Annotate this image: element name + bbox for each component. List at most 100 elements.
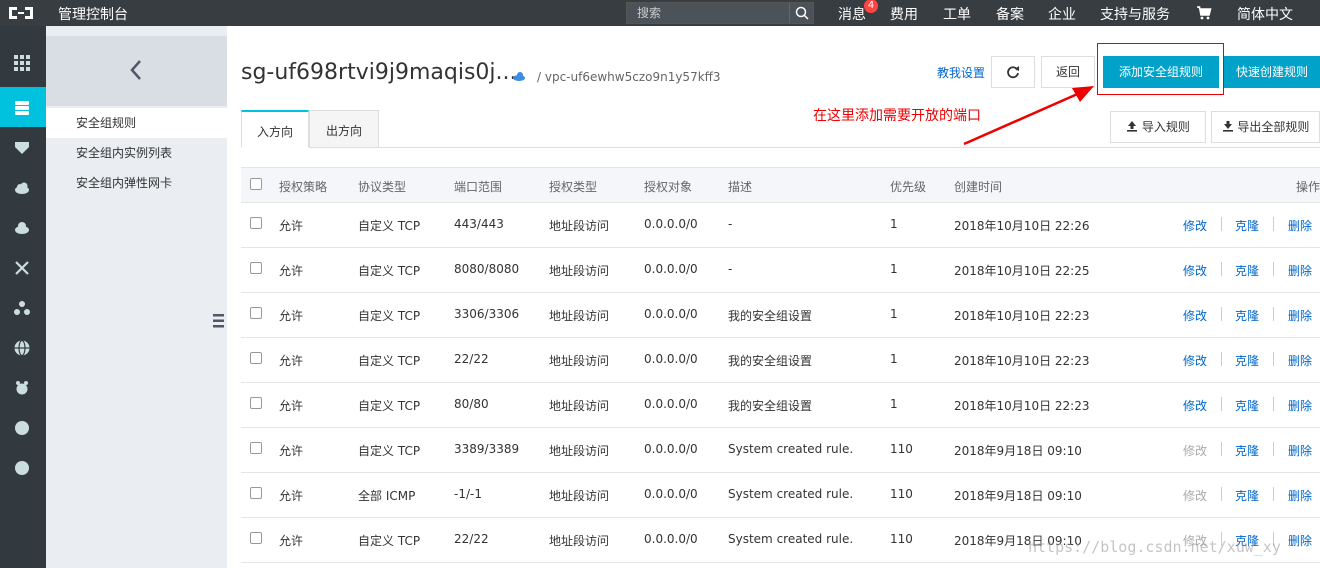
icon-bar-item[interactable] xyxy=(0,287,46,327)
clone-link[interactable]: 克隆 xyxy=(1235,307,1259,324)
nav-billing[interactable]: 费用 xyxy=(890,4,918,24)
header-created: 创建时间 xyxy=(954,180,1003,194)
header-priority: 优先级 xyxy=(890,180,927,194)
header-auth-object: 授权对象 xyxy=(644,180,693,194)
action-separator xyxy=(1221,442,1222,456)
delete-link[interactable]: 删除 xyxy=(1288,352,1312,369)
delete-link[interactable]: 删除 xyxy=(1288,262,1312,279)
edit-link[interactable]: 修改 xyxy=(1183,217,1207,234)
edit-link[interactable]: 修改 xyxy=(1183,352,1207,369)
row-checkbox[interactable] xyxy=(250,532,262,544)
cell-auth-object: 0.0.0.0/0 xyxy=(644,532,698,546)
clone-link[interactable]: 克隆 xyxy=(1235,442,1259,459)
cell-protocol: 自定义 TCP xyxy=(358,264,421,278)
nav-enterprise[interactable]: 企业 xyxy=(1048,4,1076,24)
cell-created: 2018年9月18日 09:10 xyxy=(954,444,1082,458)
delete-link[interactable]: 删除 xyxy=(1288,217,1312,234)
select-all-checkbox[interactable] xyxy=(250,178,262,190)
nav-filing[interactable]: 备案 xyxy=(996,4,1024,24)
cell-port: 8080/8080 xyxy=(454,262,520,276)
row-checkbox[interactable] xyxy=(250,352,262,364)
sidebar-item-sg-rules[interactable]: 安全组规则 xyxy=(46,108,227,138)
chevron-left-icon[interactable] xyxy=(128,58,144,82)
sidebar-collapse-handle[interactable] xyxy=(209,295,227,347)
delete-link[interactable]: 删除 xyxy=(1288,307,1312,324)
clone-link[interactable]: 克隆 xyxy=(1235,397,1259,414)
watermark: https://blog.csdn.net/xuw_xy xyxy=(1028,538,1281,556)
cell-priority: 110 xyxy=(890,532,913,546)
cell-desc: 我的安全组设置 xyxy=(728,399,813,413)
action-separator xyxy=(1273,397,1274,411)
nav-language[interactable]: 简体中文 xyxy=(1237,4,1293,24)
action-separator xyxy=(1221,397,1222,411)
icon-bar-item[interactable] xyxy=(0,127,46,167)
delete-link[interactable]: 删除 xyxy=(1288,532,1312,549)
clone-link[interactable]: 克隆 xyxy=(1235,352,1259,369)
icon-bar-item-ecs[interactable] xyxy=(0,87,46,127)
edit-link[interactable]: 修改 xyxy=(1183,262,1207,279)
icon-bar-item[interactable] xyxy=(0,327,46,367)
vpc-link[interactable]: / vpc-uf6ewhw5czo9n1y57kff3 xyxy=(537,70,721,84)
cell-desc: - xyxy=(728,217,733,231)
icon-bar-item[interactable] xyxy=(0,407,46,447)
cell-created: 2018年10月10日 22:23 xyxy=(954,399,1090,413)
cell-auth-object: 0.0.0.0/0 xyxy=(644,352,698,366)
search-box[interactable] xyxy=(626,2,814,24)
tab-inbound[interactable]: 入方向 xyxy=(241,110,309,148)
icon-bar-item[interactable] xyxy=(0,247,46,287)
cell-auth-type: 地址段访问 xyxy=(549,264,610,278)
icon-bar-item[interactable] xyxy=(0,447,46,487)
icon-bar-item[interactable] xyxy=(0,367,46,407)
cell-port: 22/22 xyxy=(454,532,489,546)
sidebar-item-instance-list[interactable]: 安全组内实例列表 xyxy=(46,138,227,168)
icon-bar-item[interactable] xyxy=(0,167,46,207)
back-nav[interactable] xyxy=(46,36,227,106)
cart-icon[interactable] xyxy=(1196,5,1212,21)
delete-link[interactable]: 删除 xyxy=(1288,397,1312,414)
row-checkbox[interactable] xyxy=(250,262,262,274)
nav-support[interactable]: 支持与服务 xyxy=(1100,4,1170,24)
nav-tickets[interactable]: 工单 xyxy=(943,4,971,24)
sidebar-item-eni[interactable]: 安全组内弹性网卡 xyxy=(46,168,227,198)
header-desc: 描述 xyxy=(728,180,753,194)
aliyun-logo-icon[interactable] xyxy=(6,4,36,22)
help-link[interactable]: 教我设置 xyxy=(937,64,985,81)
cell-port: 3306/3306 xyxy=(454,307,520,321)
cell-protocol: 自定义 TCP xyxy=(358,219,421,233)
server-icon xyxy=(15,101,29,115)
clone-link[interactable]: 克隆 xyxy=(1235,262,1259,279)
cell-desc: System created rule. xyxy=(728,532,854,546)
clone-link[interactable]: 克隆 xyxy=(1235,217,1259,234)
console-title[interactable]: 管理控制台 xyxy=(58,4,128,24)
grid-icon xyxy=(14,55,30,71)
quick-create-button[interactable]: 快速创建规则 xyxy=(1224,56,1320,88)
cell-created: 2018年10月10日 22:25 xyxy=(954,264,1090,278)
icon-bar-item[interactable] xyxy=(0,42,46,82)
table-row: 允许 全部 ICMP -1/-1 地址段访问 0.0.0.0/0 System creat… xyxy=(241,473,1320,518)
edit-link[interactable]: 修改 xyxy=(1183,307,1207,324)
product-icon-bar xyxy=(0,26,46,568)
clone-link[interactable]: 克隆 xyxy=(1235,487,1259,504)
cell-auth-type: 地址段访问 xyxy=(549,489,610,503)
tab-outbound[interactable]: 出方向 xyxy=(309,110,379,148)
nav-messages[interactable]: 消息 xyxy=(838,4,866,24)
delete-link[interactable]: 删除 xyxy=(1288,487,1312,504)
icon-bar-item[interactable] xyxy=(0,207,46,247)
search-button[interactable] xyxy=(789,3,813,23)
cell-protocol: 自定义 TCP xyxy=(358,444,421,458)
top-bar: 管理控制台 消息 4 费用 工单 备案 企业 支持与服务 简体中文 xyxy=(0,0,1320,26)
cell-protocol: 自定义 TCP xyxy=(358,399,421,413)
row-checkbox[interactable] xyxy=(250,217,262,229)
search-input[interactable] xyxy=(627,3,789,23)
row-checkbox[interactable] xyxy=(250,397,262,409)
cloud-icon xyxy=(15,182,29,194)
edit-link[interactable]: 修改 xyxy=(1183,397,1207,414)
edit-link: 修改 xyxy=(1183,444,1208,458)
row-checkbox[interactable] xyxy=(250,487,262,499)
table-row: 允许 自定义 TCP 3389/3389 地址段访问 0.0.0.0/0 System c… xyxy=(241,428,1320,473)
row-checkbox[interactable] xyxy=(250,442,262,454)
row-checkbox[interactable] xyxy=(250,307,262,319)
delete-link[interactable]: 删除 xyxy=(1288,442,1312,459)
cell-protocol: 全部 ICMP xyxy=(358,489,416,503)
network-icon xyxy=(15,261,29,275)
